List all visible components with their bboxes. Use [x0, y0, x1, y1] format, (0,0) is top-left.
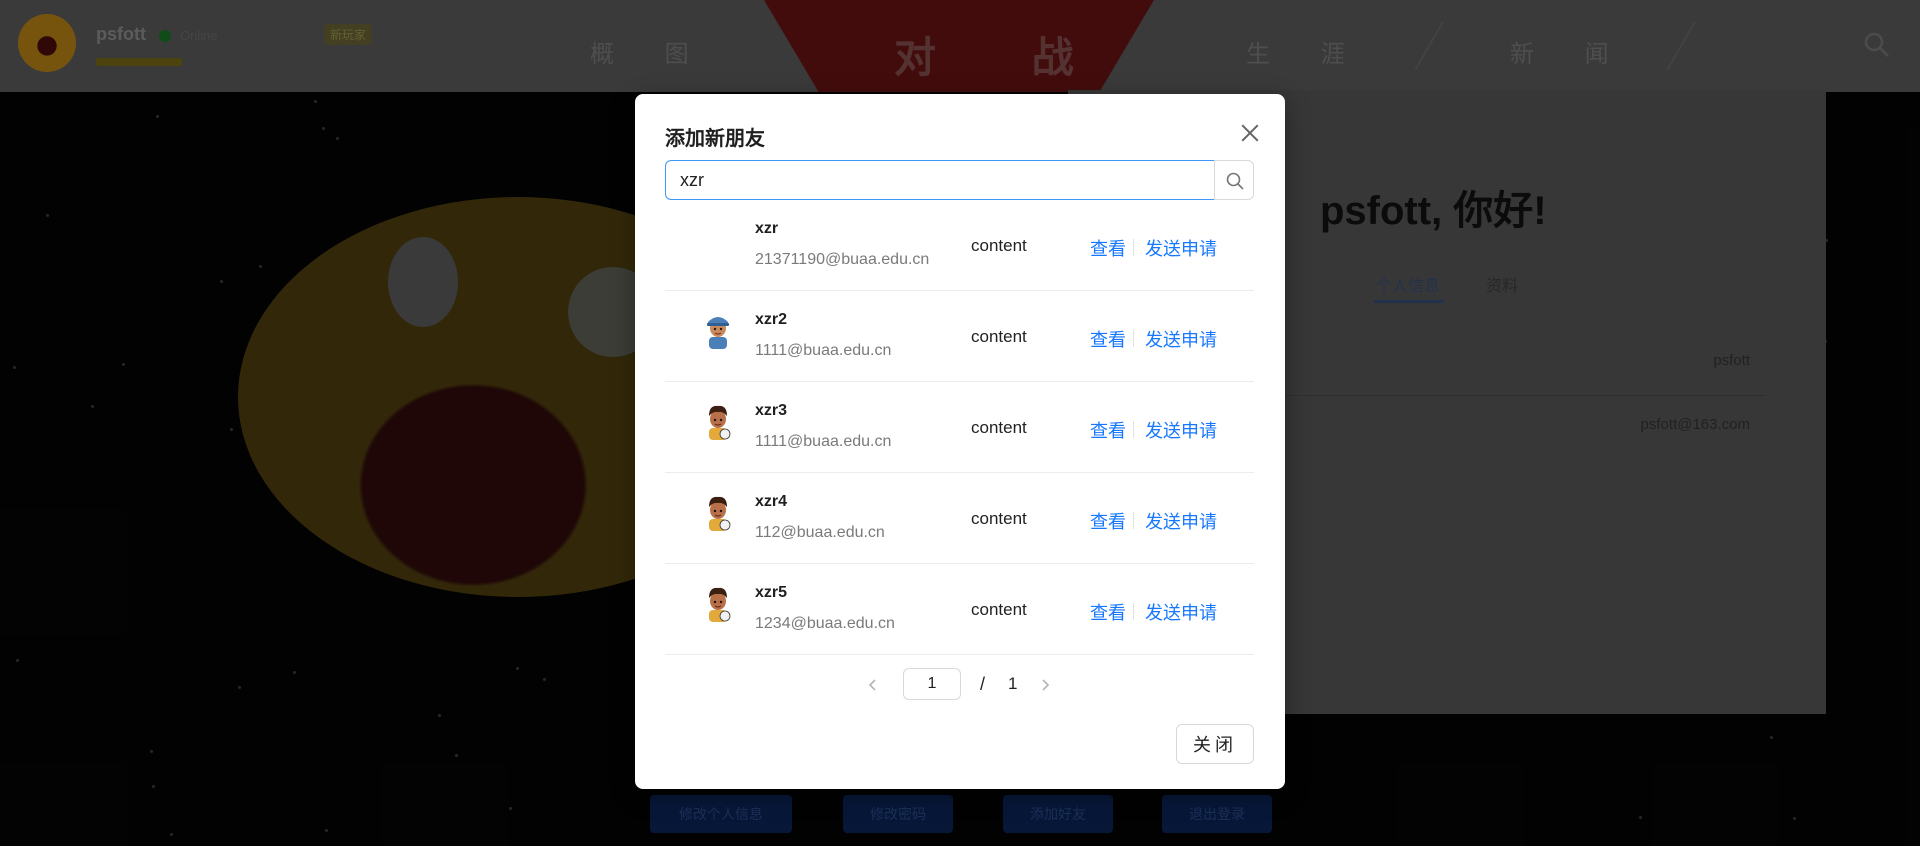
- result-email: 1234@buaa.edu.cn: [755, 615, 895, 632]
- result-name: xzr5: [755, 584, 788, 601]
- action-divider: [1133, 239, 1134, 256]
- close-button[interactable]: 关闭: [1176, 724, 1254, 764]
- curly-boy-avatar-icon: [709, 496, 731, 531]
- action-divider: [1133, 330, 1134, 347]
- view-link[interactable]: 查看: [1090, 235, 1126, 261]
- pagination: / 1: [635, 668, 1285, 702]
- chevron-left-icon[interactable]: [863, 674, 883, 696]
- view-link[interactable]: 查看: [1090, 599, 1126, 625]
- result-email: 1111@buaa.edu.cn: [755, 342, 892, 359]
- action-divider: [1133, 421, 1134, 438]
- list-item: xzr 21371190@buaa.edu.cn content 查看 发送申请: [665, 200, 1254, 291]
- user-avatar-empty: [703, 220, 733, 258]
- result-name: xzr4: [755, 493, 788, 510]
- search-button[interactable]: [1214, 160, 1254, 200]
- close-icon[interactable]: [1235, 118, 1265, 148]
- result-content: content: [971, 327, 1027, 346]
- list-item: xzr2 1111@buaa.edu.cn content 查看 发送申请: [665, 291, 1254, 382]
- search-icon: [1226, 172, 1244, 190]
- view-link[interactable]: 查看: [1090, 417, 1126, 443]
- result-content: content: [971, 236, 1027, 255]
- search-result-list: xzr 21371190@buaa.edu.cn content 查看 发送申请…: [665, 200, 1254, 655]
- action-divider: [1133, 512, 1134, 529]
- list-item: xzr4 112@buaa.edu.cn content 查看 发送申请: [665, 473, 1254, 564]
- result-name: xzr2: [755, 311, 788, 328]
- page-total: 1: [1008, 674, 1018, 693]
- result-name: xzr3: [755, 402, 788, 419]
- view-link[interactable]: 查看: [1090, 508, 1126, 534]
- curly-boy-avatar-icon: [709, 587, 731, 622]
- cap-boy-avatar-icon: [707, 317, 729, 349]
- search-bar: [665, 160, 1254, 200]
- result-email: 112@buaa.edu.cn: [755, 524, 885, 541]
- page-separator: /: [980, 674, 986, 694]
- result-name: xzr: [755, 220, 779, 237]
- result-content: content: [971, 509, 1027, 528]
- chevron-right-icon[interactable]: [1035, 674, 1055, 696]
- result-email: 21371190@buaa.edu.cn: [755, 251, 930, 268]
- result-content: content: [971, 600, 1027, 619]
- list-item: xzr5 1234@buaa.edu.cn content 查看 发送申请: [665, 564, 1254, 655]
- send-request-link[interactable]: 发送申请: [1145, 508, 1217, 534]
- action-divider: [1133, 603, 1134, 620]
- result-email: 1111@buaa.edu.cn: [755, 433, 892, 450]
- send-request-link[interactable]: 发送申请: [1145, 417, 1217, 443]
- result-content: content: [971, 418, 1027, 437]
- send-request-link[interactable]: 发送申请: [1145, 599, 1217, 625]
- add-friend-modal: 添加新朋友 xzr 21371190@buaa.edu.cn content 查…: [635, 94, 1285, 789]
- curly-boy-avatar-icon: [709, 405, 731, 440]
- modal-title: 添加新朋友: [665, 128, 765, 150]
- send-request-link[interactable]: 发送申请: [1145, 235, 1217, 261]
- page-number-input[interactable]: [903, 668, 961, 700]
- list-item: xzr3 1111@buaa.edu.cn content 查看 发送申请: [665, 382, 1254, 473]
- view-link[interactable]: 查看: [1090, 326, 1126, 352]
- search-input[interactable]: [665, 160, 1215, 200]
- send-request-link[interactable]: 发送申请: [1145, 326, 1217, 352]
